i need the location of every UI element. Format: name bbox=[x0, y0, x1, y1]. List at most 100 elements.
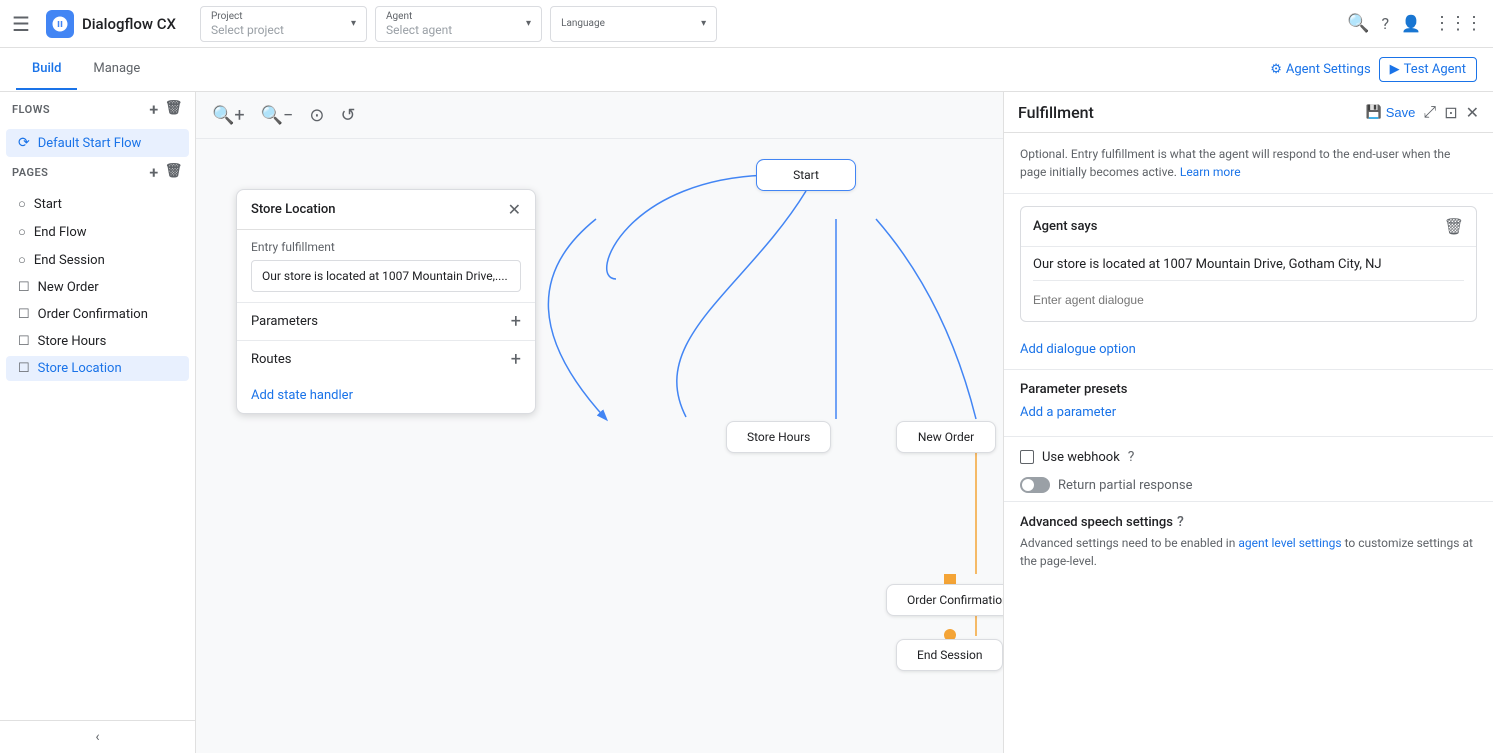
language-arrow-icon: ▾ bbox=[701, 18, 706, 29]
pages-section-header: PAGES + 🗑 bbox=[0, 159, 195, 190]
divider-3 bbox=[1004, 501, 1493, 502]
tab-build[interactable]: Build bbox=[16, 49, 77, 90]
page-icon-store-location: ☐ bbox=[18, 361, 30, 376]
fulfillment-title: Fulfillment bbox=[1018, 103, 1358, 122]
agent-value: Select agent bbox=[386, 23, 526, 37]
fulfillment-save-button[interactable]: 💾 Save bbox=[1366, 104, 1416, 120]
collapse-sidebar-button[interactable]: ‹ bbox=[0, 720, 195, 753]
flow-node-end-session[interactable]: End Session bbox=[896, 639, 1003, 671]
zoom-in-button[interactable]: 🔍+ bbox=[208, 101, 249, 130]
parameters-section: Parameters + bbox=[237, 302, 535, 340]
store-location-card-close-button[interactable]: ✕ bbox=[508, 200, 521, 219]
tab-manage[interactable]: Manage bbox=[77, 49, 156, 90]
grid-icon[interactable]: ⋮⋮⋮ bbox=[1433, 13, 1481, 34]
page-icon-end-session: ○ bbox=[18, 252, 26, 268]
page-label-end-session: End Session bbox=[34, 253, 105, 268]
test-agent-button[interactable]: ▶ Test Agent bbox=[1379, 57, 1477, 82]
delete-page-icon[interactable]: 🗑 bbox=[165, 163, 183, 182]
return-partial-label: Return partial response bbox=[1058, 478, 1192, 493]
agent-settings-button[interactable]: ⚙ Agent Settings bbox=[1270, 62, 1370, 77]
expand-icon[interactable]: ⤢ bbox=[1423, 102, 1436, 122]
page-label-start: Start bbox=[34, 197, 62, 212]
save-label: Save bbox=[1386, 105, 1416, 120]
project-value: Select project bbox=[211, 23, 351, 37]
flow-item-default[interactable]: ⟳ Default Start Flow bbox=[6, 129, 189, 157]
flow-node-start[interactable]: Start bbox=[756, 159, 856, 191]
agent-says-card: Agent says 🗑 Our store is located at 100… bbox=[1020, 206, 1477, 322]
canvas[interactable]: Start Store Location ✕ Entry fulfillment… bbox=[196, 139, 1003, 753]
advanced-speech-title: Advanced speech settings ? bbox=[1020, 514, 1477, 530]
page-item-end-session[interactable]: ○ End Session bbox=[6, 247, 189, 273]
page-icon-order-confirmation: ☐ bbox=[18, 307, 30, 322]
flows-actions: + 🗑 bbox=[149, 100, 183, 119]
page-item-store-hours[interactable]: ☐ Store Hours bbox=[6, 329, 189, 354]
node-label-order-confirmation: Order Confirmation bbox=[907, 593, 1003, 607]
fit-view-button[interactable]: ⊙ bbox=[305, 101, 328, 130]
agent-says-label: Agent says bbox=[1033, 219, 1097, 234]
project-arrow-icon: ▾ bbox=[351, 18, 356, 29]
flow-node-store-hours[interactable]: Store Hours bbox=[726, 421, 831, 453]
language-select[interactable]: Language ▾ bbox=[550, 6, 717, 42]
add-flow-icon[interactable]: + bbox=[149, 100, 158, 119]
menu-icon[interactable]: ☰ bbox=[12, 12, 30, 36]
fulfillment-panel: Fulfillment 💾 Save ⤢ ⊡ ✕ Optional. Entry… bbox=[1003, 92, 1493, 753]
fulfillment-header-actions: ⤢ ⊡ ✕ bbox=[1423, 102, 1479, 122]
agent-label: Agent bbox=[386, 11, 526, 22]
topbar: ☰ Dialogflow CX Project Select project ▾… bbox=[0, 0, 1493, 48]
account-icon[interactable]: 👤 bbox=[1401, 14, 1421, 33]
divider-2 bbox=[1004, 436, 1493, 437]
close-fulfillment-icon[interactable]: ✕ bbox=[1466, 103, 1479, 122]
agent-says-delete-button[interactable]: 🗑 bbox=[1444, 217, 1464, 236]
topbar-selects: Project Select project ▾ Agent Select ag… bbox=[200, 6, 1339, 42]
page-icon-start: ○ bbox=[18, 196, 26, 212]
search-icon[interactable]: 🔍 bbox=[1347, 13, 1369, 34]
add-state-handler-link[interactable]: Add state handler bbox=[237, 378, 535, 413]
add-page-icon[interactable]: + bbox=[149, 163, 158, 182]
page-item-order-confirmation[interactable]: ☐ Order Confirmation bbox=[6, 302, 189, 327]
agent-select[interactable]: Agent Select agent ▾ bbox=[375, 6, 542, 42]
page-item-store-location[interactable]: ☐ Store Location bbox=[6, 356, 189, 381]
project-select[interactable]: Project Select project ▾ bbox=[200, 6, 367, 42]
parameter-presets-section: Parameter presets Add a parameter bbox=[1004, 374, 1493, 432]
store-location-card: Store Location ✕ Entry fulfillment Our s… bbox=[236, 189, 536, 414]
page-item-start[interactable]: ○ Start bbox=[6, 191, 189, 217]
add-parameter-link[interactable]: Add a parameter bbox=[1020, 401, 1477, 424]
page-item-end-flow[interactable]: ○ End Flow bbox=[6, 219, 189, 245]
canvas-toolbar: 🔍+ 🔍− ⊙ ↺ bbox=[196, 92, 1003, 139]
page-item-new-order[interactable]: ☐ New Order bbox=[6, 275, 189, 300]
advanced-speech-help-icon[interactable]: ? bbox=[1177, 514, 1184, 530]
agent-says-header: Agent says 🗑 bbox=[1021, 207, 1476, 247]
node-label-start: Start bbox=[793, 168, 819, 182]
add-dialogue-link[interactable]: Add dialogue option bbox=[1004, 334, 1493, 365]
use-webhook-checkbox[interactable] bbox=[1020, 450, 1034, 464]
parameter-presets-title: Parameter presets bbox=[1020, 382, 1477, 397]
return-partial-toggle[interactable] bbox=[1020, 477, 1050, 493]
zoom-out-button[interactable]: 🔍− bbox=[257, 101, 298, 130]
help-icon[interactable]: ? bbox=[1382, 14, 1390, 33]
learn-more-link[interactable]: Learn more bbox=[1180, 165, 1241, 179]
history-button[interactable]: ↺ bbox=[336, 101, 359, 130]
divider-1 bbox=[1004, 369, 1493, 370]
subnav: Build Manage ⚙ Agent Settings ▶ Test Age… bbox=[0, 48, 1493, 92]
webhook-help-icon[interactable]: ? bbox=[1128, 449, 1135, 465]
app-logo bbox=[46, 10, 74, 38]
add-route-button[interactable]: + bbox=[511, 349, 521, 370]
shrink-icon[interactable]: ⊡ bbox=[1444, 103, 1457, 122]
store-location-card-title: Store Location bbox=[251, 202, 336, 217]
agent-level-settings-link[interactable]: agent level settings bbox=[1238, 536, 1341, 550]
page-icon-new-order: ☐ bbox=[18, 280, 30, 295]
node-label-new-order: New Order bbox=[918, 430, 974, 444]
flow-node-new-order[interactable]: New Order bbox=[896, 421, 996, 453]
entry-fulfillment-text[interactable]: Our store is located at 1007 Mountain Dr… bbox=[251, 260, 521, 292]
agent-says-text: Our store is located at 1007 Mountain Dr… bbox=[1033, 257, 1464, 281]
flow-node-order-confirmation[interactable]: Order Confirmation bbox=[886, 584, 1003, 616]
page-label-store-hours: Store Hours bbox=[38, 334, 107, 349]
test-agent-label: Test Agent bbox=[1404, 62, 1466, 77]
delete-flow-icon[interactable]: 🗑 bbox=[165, 100, 183, 119]
save-icon: 💾 bbox=[1366, 104, 1382, 120]
agent-dialogue-input[interactable] bbox=[1033, 289, 1464, 311]
add-parameter-button[interactable]: + bbox=[511, 311, 521, 332]
sidebar: FLOWS + 🗑 ⟳ Default Start Flow PAGES + 🗑… bbox=[0, 92, 196, 753]
flows-label: FLOWS bbox=[12, 103, 50, 116]
routes-label: Routes bbox=[251, 352, 291, 367]
